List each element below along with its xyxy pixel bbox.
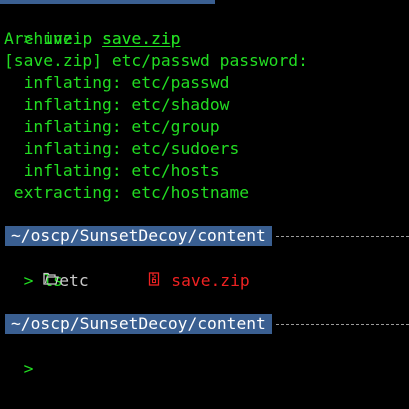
command-line-unzip: > unzip save.zip [4,6,409,48]
output-line: extracting: etc/hostname [4,183,250,202]
command-line-ls: > ls [4,248,409,290]
output-line: inflating: etc/shadow [4,95,230,114]
previous-prompt-bar-edge [0,0,409,4]
archive-file-icon [108,248,161,314]
prompt-separator-line [272,226,409,246]
prompt-bar: ~/oscp/SunsetDecoy/content [5,314,409,334]
prompt-separator-line [272,314,409,334]
ls-item-directory: etc [59,271,89,290]
ls-item-archive: save.zip [171,271,250,290]
ls-output-row: etc save.zip [4,270,250,292]
output-line: inflating: etc/group [4,117,220,136]
output-line: inflating: etc/sudoers [4,139,240,158]
password-prompt-line: [save.zip] etc/passwd password: [4,51,308,70]
current-directory: ~/oscp/SunsetDecoy/content [5,314,272,334]
current-directory: ~/oscp/SunsetDecoy/content [5,226,272,246]
output-line: inflating: etc/hosts [4,161,220,180]
terminal-window[interactable]: { "terminal": { "prompt_symbol": ">", "u… [0,0,409,409]
archive-line: Archive: save.zip [4,29,181,48]
prompt-symbol: > [23,359,34,378]
output-line: inflating: etc/passwd [4,73,230,92]
folder-icon [4,248,60,314]
active-command-line[interactable]: > [4,336,409,378]
prompt-bar: ~/oscp/SunsetDecoy/content [5,226,409,246]
